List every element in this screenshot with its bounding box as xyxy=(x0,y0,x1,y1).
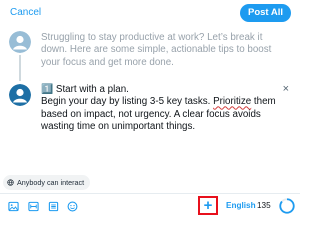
globe-icon xyxy=(7,179,14,186)
tweet-line-2: Begin your day by listing 3-5 key tasks.… xyxy=(41,96,276,132)
avatar xyxy=(9,31,31,53)
add-tweet-button[interactable]: + xyxy=(198,196,218,215)
list-icon[interactable] xyxy=(48,201,59,212)
character-count: 135 xyxy=(257,201,271,210)
gif-icon[interactable] xyxy=(28,201,39,212)
char-progress-ring xyxy=(279,198,295,214)
cancel-button[interactable]: Cancel xyxy=(10,7,41,18)
image-icon[interactable] xyxy=(8,201,19,212)
misspelled-word: Prioritize xyxy=(213,96,252,108)
toolbar-divider xyxy=(0,193,300,194)
tweet-text-1[interactable]: Struggling to stay productive at work? L… xyxy=(41,32,287,69)
thread-connector xyxy=(19,55,21,81)
emoji-icon[interactable] xyxy=(67,201,78,212)
tweet-text-2[interactable]: 1️⃣ Start with a plan. Begin your day by… xyxy=(41,84,277,133)
remove-tweet-icon[interactable]: × xyxy=(283,83,289,95)
avatar xyxy=(9,84,31,106)
tweet-line-1: 1️⃣ Start with a plan. xyxy=(41,84,129,95)
reply-setting-label: Anybody can interact xyxy=(17,178,85,187)
compose-header: Cancel Post All xyxy=(0,0,300,26)
language-selector[interactable]: English xyxy=(226,201,256,210)
post-all-button[interactable]: Post All xyxy=(239,4,291,22)
reply-setting-button[interactable]: Anybody can interact xyxy=(3,175,91,190)
